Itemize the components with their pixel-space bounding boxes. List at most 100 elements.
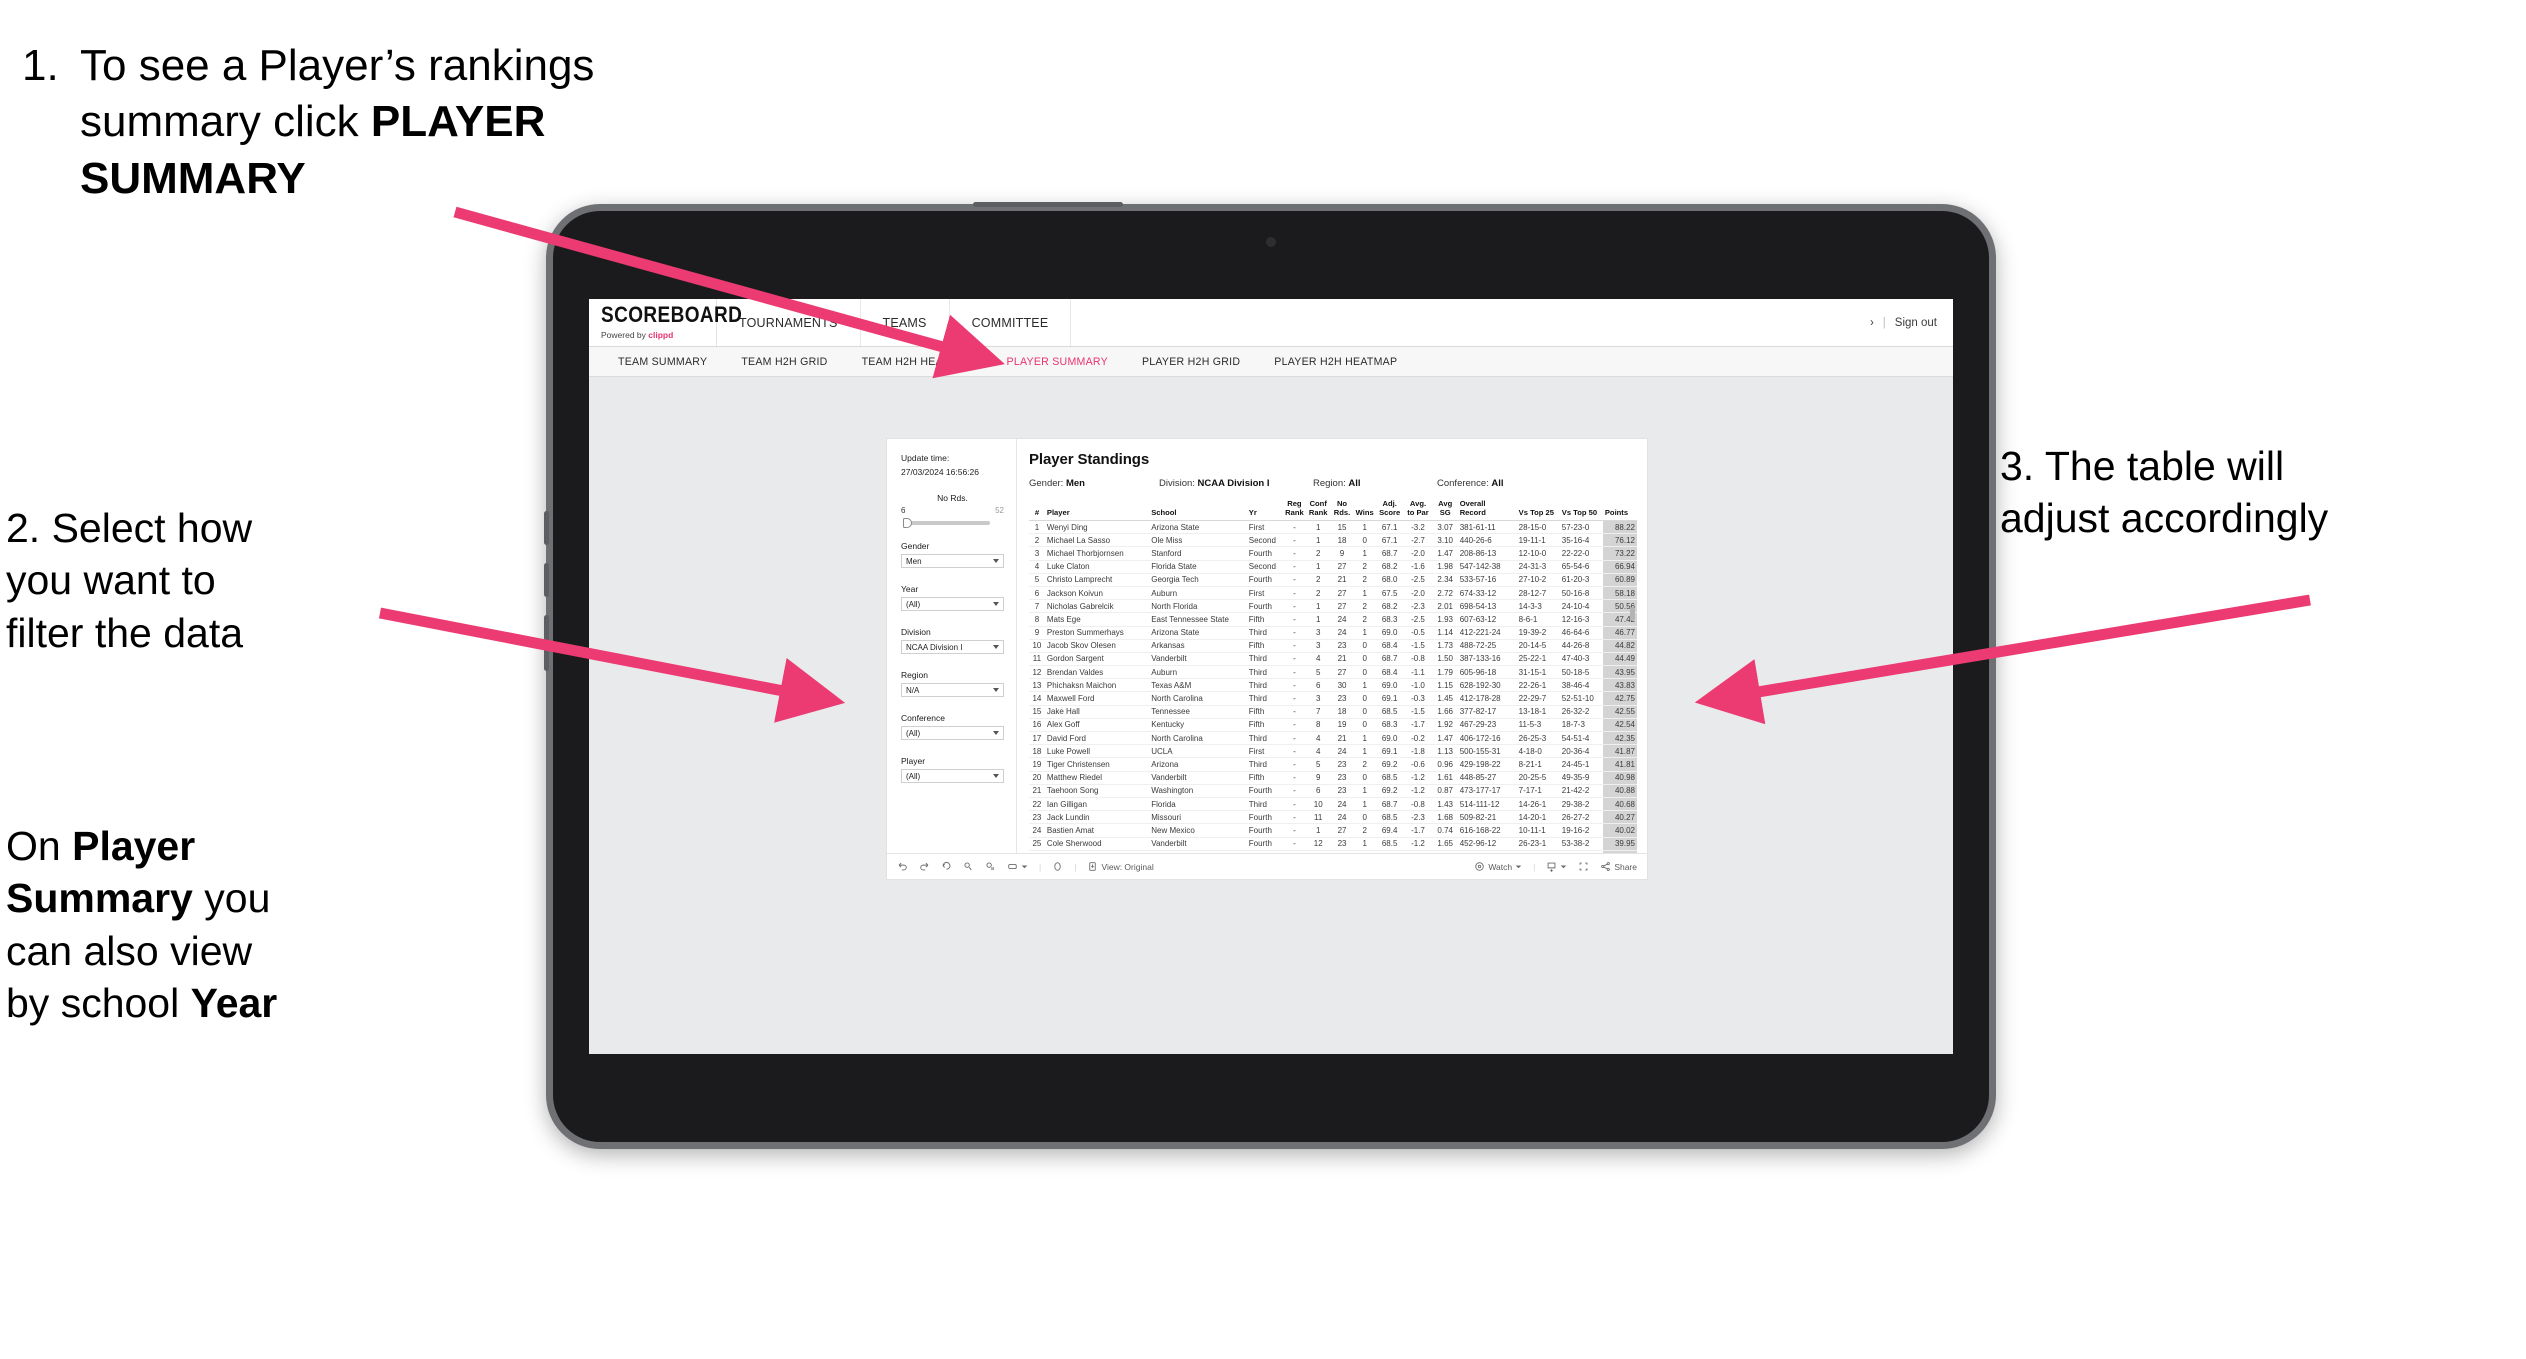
view-original-button[interactable]: View: Original	[1087, 861, 1154, 872]
cell-points: 40.27	[1602, 810, 1637, 825]
nav-committee[interactable]: COMMITTEE	[950, 299, 1072, 346]
meta-conference: Conference: All	[1437, 478, 1504, 489]
table-row[interactable]: 15 Jake Hall Tennessee Fifth -7 18 0 68.5 -1.5 1.…	[1029, 705, 1637, 719]
download-button[interactable]	[1546, 861, 1567, 872]
col-header-points[interactable]: Points	[1602, 500, 1637, 521]
col-header-overall-record[interactable]: Overall Record	[1457, 499, 1517, 521]
cell-no-rds: 23	[1330, 639, 1354, 653]
custom-view-dropdown[interactable]	[1007, 861, 1028, 872]
col-header-adj-score[interactable]: Adj. Score	[1376, 499, 1404, 521]
col-header-yr[interactable]: Yr	[1246, 500, 1284, 521]
cell-yr: Fifth	[1246, 612, 1284, 627]
tab-player-h2h-heatmap[interactable]: PLAYER H2H HEATMAP	[1257, 347, 1414, 377]
table-row[interactable]: 26Petr HrubyWashingtonFifth-723068.6-1.8…	[1029, 850, 1637, 853]
cell-avg-to-par: -1.2	[1403, 784, 1433, 798]
gender-select[interactable]: Men	[901, 554, 1004, 568]
col-header-wins[interactable]: Wins	[1353, 500, 1377, 521]
cell-no-rds: 27	[1330, 823, 1354, 838]
cell-conf-rank: 5	[1305, 665, 1331, 680]
chevron-down-icon	[993, 731, 999, 735]
table-row[interactable]: 11 Gordon Sargent Vanderbilt Third -4 21 0 68.7…	[1029, 652, 1637, 667]
tab-team-h2h-heatmap[interactable]: TEAM H2H HEATMAP	[845, 347, 990, 377]
share-button[interactable]: Share	[1600, 861, 1637, 872]
col-header-vs-top-50[interactable]: Vs Top 50	[1559, 500, 1603, 521]
table-row[interactable]: 5 Christo Lamprecht Georgia Tech Fourth -2 21…	[1029, 573, 1637, 587]
no-rds-range: 6 52	[901, 506, 1004, 515]
cell-points: 40.88	[1602, 784, 1637, 798]
table-row[interactable]: 6 Jackson Koivun Auburn First -2 27 1 67.5 -2.0 2…	[1029, 586, 1637, 601]
col-header-[interactable]: #	[1029, 500, 1045, 521]
table-row[interactable]: 9 Preston Summerhays Arizona State Third -3 2…	[1029, 626, 1637, 640]
undo-icon[interactable]	[897, 861, 908, 872]
cell-wins: 0	[1353, 691, 1377, 706]
watch-button[interactable]: Watch	[1474, 861, 1522, 872]
refresh-icon[interactable]	[963, 861, 974, 872]
cell-avg-to-par: -1.6	[1403, 560, 1433, 574]
table-row[interactable]: 18 Luke Powell UCLA First -4 24 1 69.1 -1.8 1.13 5…	[1029, 744, 1637, 759]
col-header-no-rds[interactable]: No Rds.	[1330, 499, 1354, 521]
player-select[interactable]: (All)	[901, 769, 1004, 783]
player-label: Player	[901, 756, 926, 766]
fullscreen-icon[interactable]	[1578, 861, 1589, 872]
cell-vs-top-25: 26-23-1	[1516, 837, 1560, 851]
table-row[interactable]: 12 Brendan Valdes Auburn Third -5 27 0 68.4 -1.1…	[1029, 665, 1637, 680]
no-rds-slider[interactable]	[903, 518, 990, 528]
cell-: 11	[1029, 652, 1045, 667]
cell-vs-top-50: 65-54-6	[1559, 560, 1603, 574]
pause-auto-update-icon[interactable]	[1052, 861, 1063, 872]
col-header-reg-rank[interactable]: Reg Rank	[1283, 499, 1306, 521]
cell-avg-to-par: -0.5	[1403, 626, 1433, 640]
tab-team-summary[interactable]: TEAM SUMMARY	[601, 347, 724, 377]
revert-icon[interactable]	[941, 861, 952, 872]
no-rds-slider-handle[interactable]	[903, 518, 912, 528]
tab-player-summary[interactable]: PLAYER SUMMARY	[990, 347, 1125, 377]
table-row[interactable]: 22 Ian Gilligan Florida Third -10 24 1 68.7 -0.8…	[1029, 797, 1637, 812]
table-scroll-area[interactable]: # Player School Yr Reg Rank Conf Rank No Rds. Wins…	[1029, 489, 1637, 853]
table-row[interactable]: 1 Wenyi Ding Arizona State First -1 15 1 67.1 -3…	[1029, 520, 1637, 535]
table-scrollbar[interactable]	[1630, 607, 1635, 621]
table-row[interactable]: 4 Luke Claton Florida State Second -1 27 2 68.2…	[1029, 560, 1637, 574]
table-row[interactable]: 3 Michael Thorbjornsen Stanford Fourth -2 9 1 6…	[1029, 546, 1637, 561]
cell-no-rds: 27	[1330, 586, 1354, 601]
col-header-school[interactable]: School	[1149, 500, 1247, 521]
table-row[interactable]: 8 Mats Ege East Tennessee State Fifth -1 24 2 6…	[1029, 612, 1637, 627]
cell-no-rds: 24	[1330, 744, 1354, 759]
nav-teams[interactable]: TEAMS	[861, 299, 950, 346]
meta-conference-value: All	[1491, 478, 1504, 489]
table-row[interactable]: 23 Jack Lundin Missouri Fourth -11 24 0 68.5 -2.…	[1029, 810, 1637, 825]
sign-out-link[interactable]: Sign out	[1895, 317, 1937, 329]
table-row[interactable]: 21 Taehoon Song Washington Fourth -6 23 1 69.2-…	[1029, 784, 1637, 798]
division-select[interactable]: NCAA Division I	[901, 640, 1004, 654]
cell-reg-rank: -	[1283, 639, 1306, 653]
tab-player-h2h-grid[interactable]: PLAYER H2H GRID	[1125, 347, 1257, 377]
col-header-player[interactable]: Player	[1044, 500, 1150, 521]
no-rds-max: 52	[995, 506, 1004, 515]
col-header-vs-top-25[interactable]: Vs Top 25	[1516, 500, 1560, 521]
redo-icon[interactable]	[919, 861, 930, 872]
conference-select[interactable]: (All)	[901, 726, 1004, 740]
cell-wins: 2	[1353, 757, 1377, 772]
pause-refresh-icon[interactable]	[985, 861, 996, 872]
table-row[interactable]: 24 Bastien Amat New Mexico Fourth -1 27 2 69.4-…	[1029, 823, 1637, 838]
table-row[interactable]: 13 Phichaksn Maichon Texas A&M Third -6 30 1 69…	[1029, 678, 1637, 693]
cell-school: Tennessee	[1149, 705, 1247, 719]
brand-logo[interactable]: SCOREBOARD Powered by clippd	[589, 299, 742, 346]
cell-reg-rank: -	[1283, 546, 1306, 561]
col-header-conf-rank[interactable]: Conf Rank	[1305, 499, 1331, 521]
table-row[interactable]: 17 David Ford North Carolina Third -4 21 1 69.0…	[1029, 731, 1637, 746]
user-chevron-icon[interactable]: ›	[1870, 317, 1874, 329]
table-row[interactable]: 10 Jacob Skov Olesen Arkansas Fifth -3 23 0 68.…	[1029, 639, 1637, 653]
table-row[interactable]: 16 Alex Goff Kentucky Fifth -8 19 0 68.3 -1.7 1.9…	[1029, 718, 1637, 733]
region-select[interactable]: N/A	[901, 683, 1004, 697]
tab-team-h2h-grid[interactable]: TEAM H2H GRID	[724, 347, 844, 377]
table-row[interactable]: 14 Maxwell Ford North Carolina Third -3 23 0 69…	[1029, 691, 1637, 706]
col-header-avg-sg[interactable]: Avg SG	[1432, 499, 1458, 521]
col-header-avg-to-par[interactable]: Avg. to Par	[1403, 499, 1433, 521]
table-row[interactable]: 20 Matthew Riedel Vanderbilt Fifth -9 23 0 68.5…	[1029, 771, 1637, 785]
table-row[interactable]: 19 Tiger Christensen Arizona Third -5 23 2 69.2…	[1029, 757, 1637, 772]
table-row[interactable]: 7 Nicholas Gabrelcik North Florida Fourth -1…	[1029, 599, 1637, 614]
table-row[interactable]: 2 Michael La Sasso Ole Miss Second -1 18 0 67.1…	[1029, 533, 1637, 548]
cell-avg-sg: 0.96	[1432, 757, 1458, 772]
table-row[interactable]: 25 Cole Sherwood Vanderbilt Fourth -12 23 1 68.…	[1029, 837, 1637, 851]
year-select[interactable]: (All)	[901, 597, 1004, 611]
